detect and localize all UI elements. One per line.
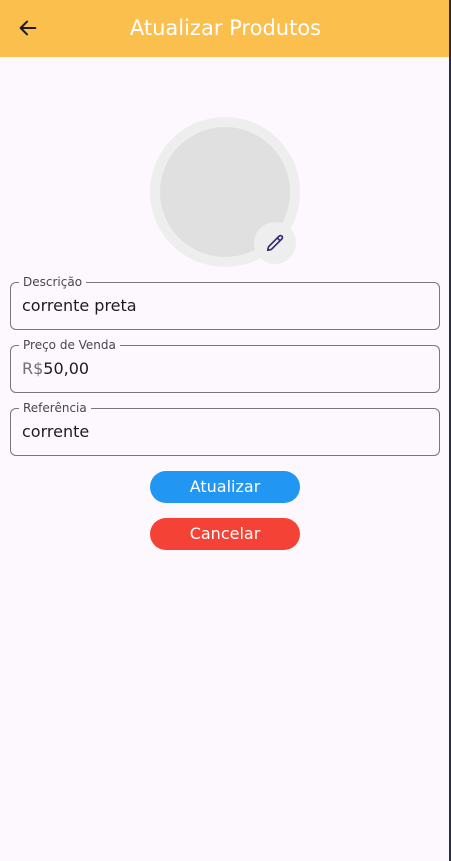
preco-value-wrap[interactable]: R$50,00 [22,346,89,392]
app-bar: Atualizar Produtos [0,0,451,57]
preco-value[interactable]: 50,00 [43,359,89,378]
preco-field[interactable]: Preço de Venda R$50,00 [10,338,440,393]
arrow-left-icon [19,20,37,36]
referencia-value[interactable]: corrente [22,409,89,455]
descricao-field[interactable]: Descrição corrente preta [10,275,440,330]
cancel-button[interactable]: Cancelar [150,518,300,550]
referencia-field[interactable]: Referência corrente [10,401,440,456]
page-title: Atualizar Produtos [129,16,322,40]
descricao-value[interactable]: corrente preta [22,283,137,329]
edit-image-button[interactable] [254,222,296,264]
pencil-icon [266,234,284,252]
back-button[interactable] [14,14,42,42]
currency-prefix: R$ [22,359,44,378]
update-button[interactable]: Atualizar [150,471,300,503]
